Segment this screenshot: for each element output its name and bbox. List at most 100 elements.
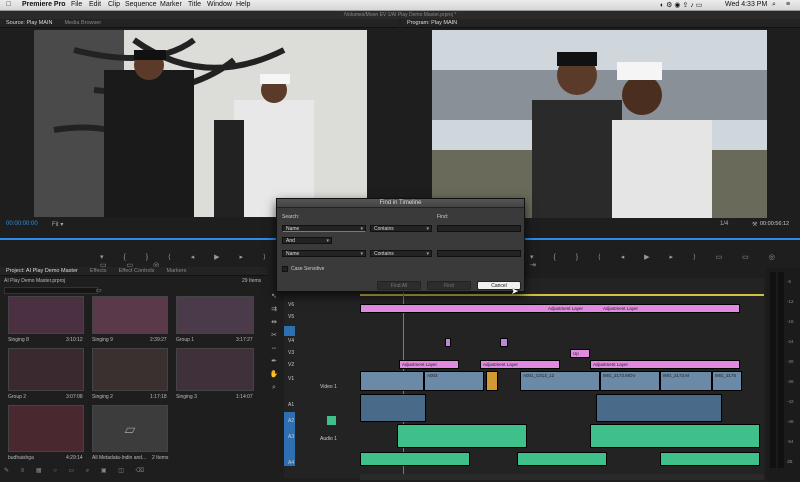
timeline-work-area[interactable] [360,294,764,296]
menu-clip[interactable]: Clip [108,1,120,8]
razor-icon[interactable]: ✂ [268,329,280,342]
clip-up[interactable]: Up [570,349,590,358]
track-v3[interactable]: V3 [288,350,294,356]
folder-icon[interactable]: ▱ [92,405,168,452]
thumb-singing-8[interactable] [8,296,84,334]
audio-clip-a3[interactable] [397,424,527,448]
hand-icon[interactable]: ✋ [268,368,280,381]
search-icon[interactable]: ⌕ [772,1,776,9]
pen-icon[interactable]: ✒ [268,355,280,368]
track-v2[interactable]: V2 [288,362,294,368]
thumb-duration: 3:10:12 [66,337,83,343]
clip-a003[interactable]: A003 [424,371,484,391]
search-field-select-2[interactable]: Name ▾ [282,250,366,257]
mute-button[interactable] [327,416,336,425]
source-video-frame[interactable] [34,30,367,217]
chevron-down-icon: ▾ [360,226,363,232]
tab-effects[interactable]: Effects [90,268,107,274]
audio-clip-a3-b[interactable] [590,424,760,448]
find-input-1[interactable] [437,225,521,232]
conjunction-select[interactable]: And ▾ [282,237,332,244]
tab-program[interactable]: Program: Play MAIN [407,20,457,26]
menu-help[interactable]: Help [236,1,250,8]
tab-effect-controls[interactable]: Effect Controls [119,268,155,274]
zoom-icon[interactable]: ⌕ [268,381,280,394]
clip-img-1[interactable]: IMG_2173.MOV [600,371,660,391]
project-search-input[interactable] [4,287,98,294]
clip-adjustment-3[interactable]: Adjustment Layer [480,360,560,369]
track-v1-target[interactable] [284,326,295,336]
source-monitor-header: Source: Play MAIN Media Browser [0,19,399,28]
track-v1[interactable]: V1 [288,376,294,382]
track-v5[interactable]: V5 [288,314,294,320]
clip-v1-a[interactable] [360,371,424,391]
clip-v4-small[interactable] [445,338,451,347]
search-field-select-1[interactable]: Name ▾ [282,225,366,232]
menu-file[interactable]: File [71,1,82,8]
audio-clip-a4-b[interactable] [517,452,607,466]
find-input-2[interactable] [437,250,521,257]
menu-marker[interactable]: Marker [160,1,182,8]
find-button[interactable]: Find [427,281,471,290]
apple-icon[interactable]:  [6,1,11,8]
wrench-icon[interactable]: ⚒ [752,221,757,228]
thumb-singing-2[interactable] [92,348,168,391]
audio-clip-a1[interactable] [360,394,426,422]
menu-bar:  Premiere Pro File Edit Clip Sequence M… [0,0,800,11]
project-toolbar[interactable]: ✎ ≡ ▦ ○ ▭ ⌕ ▣ ◫ ⌫ [4,467,264,475]
notifications-icon[interactable]: ≡ [786,1,790,8]
thumb-budhaishga[interactable] [8,405,84,452]
track-a4[interactable]: A4 [288,460,294,466]
find-all-button[interactable]: Find All [377,281,421,290]
thumb-group-1[interactable] [176,296,254,334]
new-bin-icon[interactable]: ▭ [96,287,102,294]
menu-sequence[interactable]: Sequence [125,1,157,8]
operator-select-2[interactable]: Contains ▾ [370,250,432,257]
thumb-singing-9[interactable] [92,296,168,334]
source-fit-select[interactable]: Fit ▾ [52,221,63,228]
clip-a001[interactable]: A001_C013_12 [520,371,600,391]
clip-img-3[interactable]: IMG_3175 [712,371,742,391]
program-video-frame[interactable] [432,30,767,218]
program-resolution[interactable]: 1/4 [720,221,728,227]
select-value: Name [286,226,300,232]
audio-clip-a4[interactable] [360,452,470,466]
source-timecode[interactable]: 00:00:00:00 [6,221,38,227]
program-timecode[interactable]: 00:00:56:12 [760,221,789,227]
track-a3[interactable]: A3 [288,434,294,440]
track-v4[interactable]: V4 [288,338,294,344]
clip-adjustment-2[interactable]: Adjustment Layer [399,360,459,369]
tab-markers[interactable]: Markers [167,268,187,274]
menu-window[interactable]: Window [207,1,232,8]
audio-clip-a4-c[interactable] [660,452,760,466]
clip-adjustment-1[interactable]: Adjustment Layer Adjustment Layer [360,304,740,313]
audio-clip-a1-b[interactable] [596,394,722,422]
track-v6[interactable]: V6 [288,302,294,308]
clip-v4-small-2[interactable] [500,338,508,347]
clip-adjustment-4[interactable]: Adjustment Layer [590,360,740,369]
clip-label: Up [573,351,579,356]
thumb-group-2[interactable] [8,348,84,391]
tab-source[interactable]: Source: Play MAIN [6,20,52,26]
meter-label: -24 [787,339,794,344]
thumb-singing-3[interactable] [176,348,254,391]
track-a1[interactable]: A1 [288,402,294,408]
timeline-scrollbar[interactable] [360,474,764,480]
tab-project[interactable]: Project: AI Play Demo Master [6,268,78,274]
app-menu[interactable]: Premiere Pro [22,1,66,8]
case-sensitive-checkbox[interactable] [282,266,288,272]
project-filename: AI Play Demo Master.prproj [4,278,66,284]
clip-img-2[interactable]: IMG_2173.M [660,371,712,391]
clip-v1-gold[interactable] [486,371,498,391]
program-transport-controls[interactable]: ▾ { } ⟨ ◂ ▶ ▸ ⟩ ▭ ▭ ◎ ⇥ [530,253,790,269]
track-a2[interactable]: A2 [288,418,294,424]
tab-media-browser[interactable]: Media Browser [64,20,101,26]
operator-select-1[interactable]: Contains ▾ [370,225,432,232]
menu-title[interactable]: Title [188,1,201,8]
ripple-edit-icon[interactable]: ⇹ [268,316,280,329]
thumb-duration: 2 Items [152,455,169,461]
slip-icon[interactable]: ⇔ [268,342,280,355]
track-select-icon[interactable]: ⇉ [268,303,280,316]
track-headers: V6 V5 V4 V3 V2 V1 Video 1 A1 A2 A3 Audio… [284,300,360,475]
menu-edit[interactable]: Edit [89,1,101,8]
